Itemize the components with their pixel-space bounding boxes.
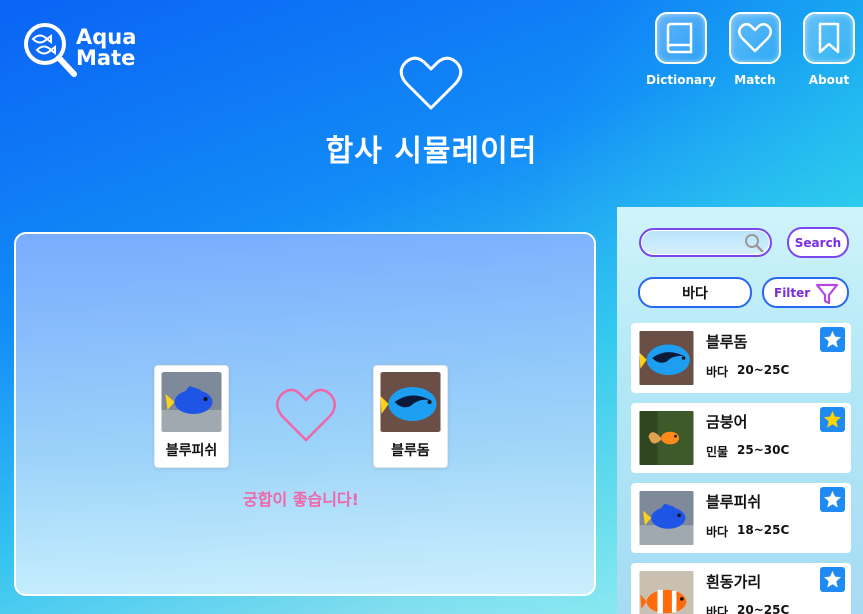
fish-thumbnail bbox=[639, 491, 694, 545]
habitat-select[interactable]: 바다 bbox=[638, 277, 752, 308]
favorite-star-button[interactable] bbox=[820, 567, 845, 592]
bookmark-icon bbox=[818, 22, 840, 54]
fish-list-item[interactable]: 블루돔 바다 20~25C bbox=[631, 323, 851, 393]
nav-match[interactable]: Match bbox=[727, 12, 783, 87]
fish-thumbnail bbox=[639, 571, 694, 614]
book-icon bbox=[666, 22, 693, 54]
nav-dictionary[interactable]: Dictionary bbox=[646, 12, 716, 87]
brand-name: Aqua Mate bbox=[76, 27, 136, 69]
page-title: 합사 시뮬레이터 bbox=[325, 134, 538, 169]
nav-dictionary-button[interactable] bbox=[655, 12, 707, 64]
top-nav: Dictionary Match About bbox=[646, 12, 857, 87]
fish-temperature: 20~25C bbox=[737, 363, 790, 377]
nav-about-label: About bbox=[808, 73, 850, 87]
fish-thumbnail bbox=[639, 411, 694, 465]
fish-temperature: 20~25C bbox=[737, 603, 790, 614]
favorite-star-button[interactable] bbox=[820, 327, 845, 352]
left-fish-slot[interactable]: 블루피쉬 bbox=[154, 365, 229, 468]
star-icon bbox=[823, 490, 842, 508]
search-icon[interactable] bbox=[744, 233, 764, 253]
nav-match-button[interactable] bbox=[729, 12, 781, 64]
app-logo[interactable]: Aqua Mate bbox=[22, 20, 136, 80]
fish-habitat: 바다 bbox=[706, 525, 729, 539]
left-fish-image bbox=[161, 372, 222, 432]
fish-sidebar: Search 바다 Filter 블루돔 바다 20~25C 금붕어 민물 25… bbox=[617, 207, 863, 614]
search-input[interactable] bbox=[649, 233, 745, 252]
nav-about-button[interactable] bbox=[803, 12, 855, 64]
nav-about[interactable]: About bbox=[801, 12, 857, 87]
brand-line1: Aqua bbox=[76, 25, 137, 49]
fish-habitat: 바다 bbox=[706, 365, 729, 379]
favorite-star-button[interactable] bbox=[820, 407, 845, 432]
magnifier-fish-logo-icon bbox=[24, 23, 77, 77]
fish-list-item[interactable]: 금붕어 민물 25~30C bbox=[631, 403, 851, 473]
blue-damselfish-image bbox=[639, 491, 694, 545]
blue-tang-image bbox=[380, 372, 441, 432]
fish-temperature: 18~25C bbox=[737, 523, 790, 537]
filter-label: Filter bbox=[774, 285, 811, 300]
right-fish-image bbox=[380, 372, 441, 432]
nav-match-label: Match bbox=[734, 73, 776, 87]
compatibility-heart-icon bbox=[276, 388, 336, 442]
fish-list-item[interactable]: 흰동가리 바다 20~25C bbox=[631, 563, 851, 614]
right-fish-name: 블루돔 bbox=[391, 443, 430, 459]
fish-list-item[interactable]: 블루피쉬 바다 18~25C bbox=[631, 483, 851, 553]
heart-outline-icon bbox=[399, 56, 463, 110]
filter-funnel-icon bbox=[815, 283, 839, 305]
right-fish-slot[interactable]: 블루돔 bbox=[373, 365, 448, 468]
fish-thumbnail bbox=[639, 331, 694, 385]
star-icon bbox=[823, 410, 842, 428]
search-button[interactable]: Search bbox=[787, 227, 849, 258]
fish-name: 흰동가리 bbox=[706, 573, 762, 591]
nav-dictionary-label: Dictionary bbox=[646, 73, 716, 87]
fish-name: 금붕어 bbox=[706, 413, 748, 431]
clownfish-image bbox=[639, 571, 694, 614]
search-field[interactable] bbox=[639, 228, 772, 257]
blue-tang-image bbox=[639, 331, 694, 385]
fish-list: 블루돔 바다 20~25C 금붕어 민물 25~30C 블루피쉬 바다 18~2… bbox=[631, 323, 851, 614]
fish-habitat: 바다 bbox=[706, 605, 729, 614]
fish-name: 블루돔 bbox=[706, 333, 748, 351]
goldfish-image bbox=[639, 411, 694, 465]
fish-name: 블루피쉬 bbox=[706, 493, 762, 511]
filter-button[interactable]: Filter bbox=[762, 277, 849, 308]
fish-temperature: 25~30C bbox=[737, 443, 790, 457]
star-icon bbox=[823, 330, 842, 348]
blue-damselfish-image bbox=[161, 372, 222, 432]
fish-habitat: 민물 bbox=[706, 445, 729, 459]
heart-icon bbox=[738, 23, 772, 53]
brand-line2: Mate bbox=[76, 46, 136, 70]
favorite-star-button[interactable] bbox=[820, 487, 845, 512]
star-icon bbox=[823, 570, 842, 588]
compatibility-result: 궁합이 좋습니다! bbox=[243, 490, 359, 509]
simulator-panel: 블루피쉬 블루돔 궁합이 좋습니다! bbox=[14, 232, 596, 596]
left-fish-name: 블루피쉬 bbox=[165, 443, 218, 459]
